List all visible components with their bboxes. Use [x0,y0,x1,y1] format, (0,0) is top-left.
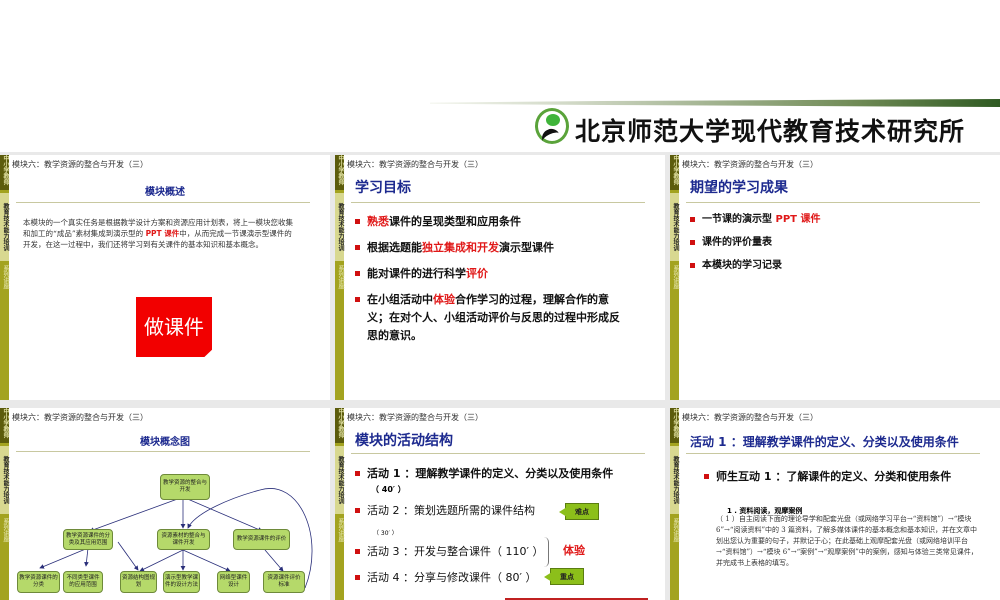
slide-2[interactable]: 中小学教师教育技术能力培训系列讲座 模块六：教学资源的整合与开发（三） 学习目标… [335,155,665,400]
sidebar-strip: 中小学教师教育技术能力培训系列讲座 [335,408,344,600]
goal-item: 在小组活动中体验合作学习的过程，理解合作的意义；在对个人、小组活动评价与反思的过… [355,291,627,345]
logo-icon [535,108,569,144]
concept-node: 教学资源的整合与开发 [160,474,210,500]
slide-title: 模块概述 [145,187,185,198]
activity-item: 活动 4 ：分享与修改课件（ 80′ ） [354,569,536,587]
concept-node: 不同类型课件的应用范围 [63,571,103,593]
sidebar-text: 系列讲座 [337,265,344,289]
sidebar-text: 教育技术能力培训 [0,193,9,261]
reading-paragraph: （ 1 ）自主阅读下面的理论导学和配套光盘（或网络学习平台→“资料馆”）→“模块… [716,515,978,567]
slide-header: 模块六：教学资源的整合与开发（三） [682,413,818,422]
decorative-bar [430,99,1000,107]
concept-node: 资源课件评价标准 [263,571,305,593]
sidebar-strip: 中小学教师教育技术能力培训系列讲座 [335,155,344,400]
slide-4[interactable]: 中小学教师 教育技术能力培训 系列讲座 模块六：教学资源的整合与开发（三） 模块概念… [0,408,330,600]
overview-paragraph: 本模块的一个真实任务是根据教学设计方案和资源应用计划表，将上一模块您收集和加工的… [23,217,298,250]
divider [686,202,980,203]
slide-header: 模块六：教学资源的整合与开发（三） [347,160,483,169]
sidebar-text: 系列讲座 [337,518,344,542]
sidebar-strip: 中小学教师教育技术能力培训系列讲座 [670,155,679,400]
org-name: 北京师范大学现代教育技术研究所 [575,117,966,146]
sidebar-text: 教育技术能力培训 [335,446,344,514]
outcome-item: 课件的评价量表 [690,234,772,252]
arrow [182,496,263,532]
interaction-item: 师生互动 1 ：了解课件的定义、分类和使用条件 [703,468,951,486]
goal-item: 熟悉课件的呈现类型和应用条件 [355,213,521,231]
arrow [117,541,139,571]
arrow [89,496,184,532]
sidebar-text: 教育技术能力培训 [670,446,679,514]
concept-node: 演示型教学课件的设计方法 [163,571,200,593]
slide-1[interactable]: 中小学教师教育技术能力培训系列讲座 模块六：教学资源的整合与开发（三） 模块概述… [0,155,330,400]
goal-item: 能对课件的进行科学评价 [355,265,488,283]
sidebar-text: 系列讲座 [2,265,9,289]
outcome-item: 本模块的学习记录 [690,257,782,275]
arrow [264,549,284,572]
concept-node: 资源素材的整合与课件开发 [157,529,210,550]
sidebar-text: 系列讲座 [672,518,679,542]
divider [16,202,310,203]
activity-item: 活动 1 ：理解教学课件的定义、分类以及使用条件 [354,465,613,483]
slide-title: 活动 1 ：理解教学课件的定义、分类以及使用条件 [690,435,959,449]
sidebar-text: 系列讲座 [672,265,679,289]
slide-6[interactable]: 中小学教师教育技术能力培训系列讲座 模块六：教学资源的整合与开发（三） 活动 1… [670,408,1000,600]
concept-node: 网络型课件设计 [217,571,250,593]
sidebar-strip: 中小学教师教育技术能力培训系列讲座 [670,408,679,600]
arrow [182,549,231,572]
sidebar-text: 中小学教师 [337,408,344,438]
slide-5[interactable]: 中小学教师教育技术能力培训系列讲座 模块六：教学资源的整合与开发（三） 模块的活… [335,408,665,600]
arrow [39,547,89,569]
slide-header: 模块六：教学资源的整合与开发（三） [12,160,148,169]
make-courseware-button[interactable]: 做课件 [136,297,212,357]
sidebar-text: 教育技术能力培训 [670,193,679,261]
arrow [139,549,184,572]
divider [351,202,645,203]
sidebar-text: 中小学教师 [672,155,679,185]
sidebar-text: 中小学教师 [672,408,679,438]
sidebar-text: 中小学教师 [337,155,344,185]
slide-title: 期望的学习成果 [690,180,788,196]
activity-item: 活动 2 ：策划选题所需的课件结构 [355,502,535,520]
concept-node: 资源结构图规划 [120,571,157,593]
activity-time: （ 40′ ） [371,485,406,494]
concept-node: 教学资源课件的分类及其应用范围 [63,529,113,550]
slide-header: 模块六：教学资源的整合与开发（三） [682,160,818,169]
divider [351,453,645,454]
slide-header: 模块六：教学资源的整合与开发（三） [347,413,483,422]
slide-title: 模块的活动结构 [355,433,453,449]
difficulty-tag: 难点 [559,503,599,520]
slide-title: 学习目标 [355,180,411,196]
goal-item: 根据选题能独立集成和开发演示型课件 [355,239,554,257]
brace [544,537,549,567]
divider [686,453,980,454]
header-banner: 北京师范大学现代教育技术研究所 [0,0,1000,152]
key-point-tag: 重点 [544,568,584,585]
activity-item: 活动 3 ：开发与整合课件（ 110′ ） [354,543,543,561]
concept-node: 教学资源课件的评价 [233,529,290,550]
arrow [84,547,89,567]
activity-time: （ 30′ ） [373,530,398,537]
sidebar-text: 中小学教师 [2,155,9,185]
highlight: PPT 课件 [145,229,180,238]
slide-3[interactable]: 中小学教师教育技术能力培训系列讲座 模块六：教学资源的整合与开发（三） 期望的学… [670,155,1000,400]
experience-note: 体验 [563,544,585,557]
sidebar-text: 教育技术能力培训 [335,193,344,261]
outcome-item: 一节课的演示型 PPT 课件 [689,211,820,229]
concept-node: 教学资源课件的分类 [17,571,60,593]
